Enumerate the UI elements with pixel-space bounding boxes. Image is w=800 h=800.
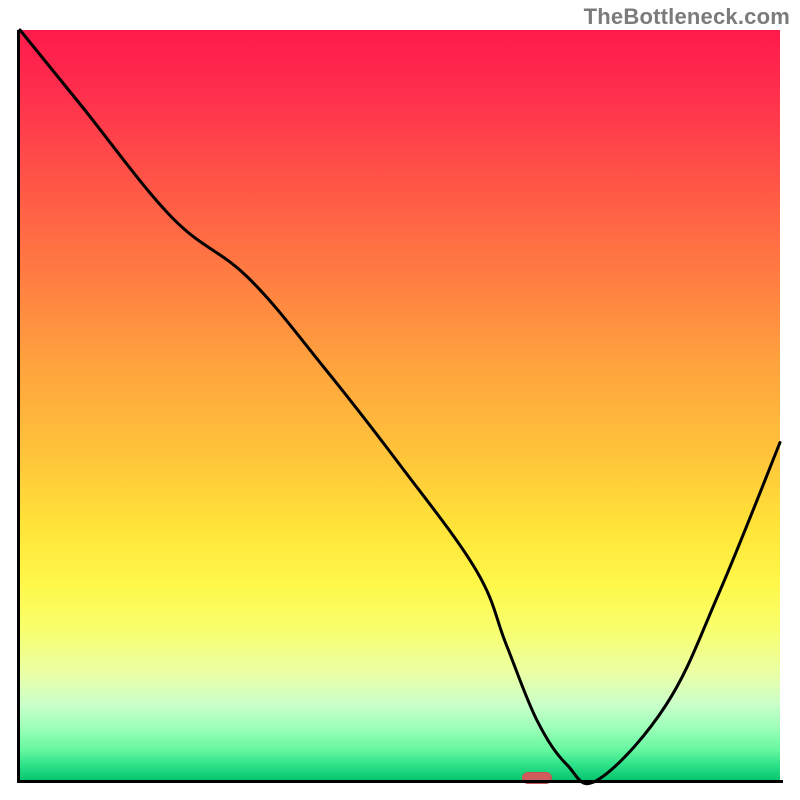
plot-area [20,30,780,780]
x-axis [17,780,783,783]
curve-layer [20,30,780,780]
y-axis [17,30,20,783]
figure: TheBottleneck.com [0,0,800,800]
watermark-text: TheBottleneck.com [584,4,790,30]
bottleneck-curve [20,30,780,784]
